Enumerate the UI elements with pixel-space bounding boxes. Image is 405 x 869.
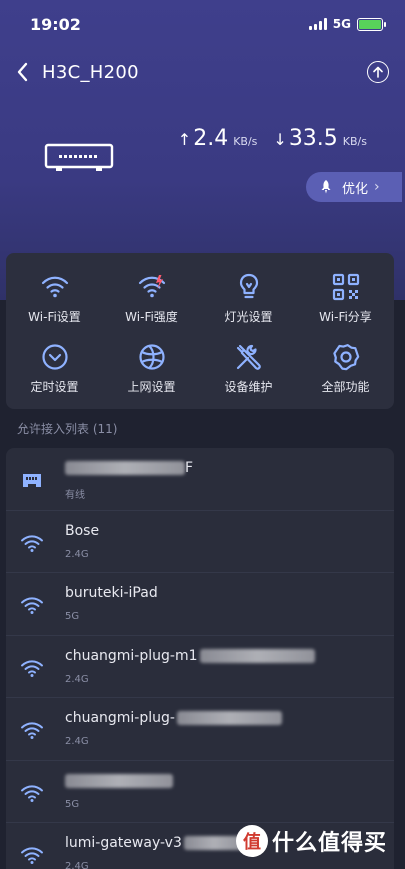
- redacted-name: [183, 836, 244, 850]
- func-light-settings[interactable]: 灯光设置: [200, 263, 297, 333]
- func-label: 全部功能: [321, 379, 370, 394]
- bulb-icon: [239, 273, 258, 298]
- download-value: 33.5: [288, 126, 338, 151]
- func-label: Wi-Fi强度: [125, 309, 178, 324]
- wifi-icon: [21, 597, 43, 614]
- tools-icon: [236, 344, 261, 370]
- page-title: H3C_H200: [42, 61, 139, 83]
- chevron-right-icon: ›: [374, 179, 380, 195]
- func-wifi-settings[interactable]: Wi-Fi设置: [6, 263, 103, 333]
- device-name: chuangmi-plug-: [65, 710, 282, 726]
- speed-readout: ↑ 2.4 KB/s ↓ 33.5 KB/s: [178, 126, 367, 151]
- func-timer-settings[interactable]: 定时设置: [6, 333, 103, 403]
- wifi-icon: [21, 659, 43, 677]
- wifi-icon: [21, 534, 43, 552]
- redacted-name: [65, 773, 173, 788]
- gear-icon: [332, 343, 359, 370]
- qr-code-icon: [332, 273, 359, 300]
- wifi-icon: [21, 784, 43, 802]
- function-grid: Wi-Fi设置 Wi-Fi强度 灯光设置 Wi-Fi分享 定时设置 上网设置 设…: [6, 253, 394, 409]
- device-row[interactable]: buruteki-iPad 5G: [6, 573, 394, 636]
- upload-unit: KB/s: [233, 135, 258, 148]
- device-connection: 2.4G: [65, 736, 89, 747]
- ethernet-icon: [23, 474, 41, 487]
- download-arrow-icon: ↓: [273, 130, 287, 149]
- watermark: 值 什么值得买: [236, 824, 387, 858]
- device-row[interactable]: chuangmi-plug-m1 2.4G: [6, 636, 394, 698]
- device-name: Bose: [65, 522, 100, 539]
- device-name: chuangmi-plug-m1: [65, 648, 315, 664]
- device-name: buruteki-iPad: [65, 585, 158, 601]
- rocket-icon: [321, 180, 331, 194]
- func-label: 灯光设置: [224, 309, 273, 324]
- wifi-strength-icon: [138, 274, 165, 297]
- upload-value: 2.4: [193, 126, 229, 151]
- func-label: 设备维护: [224, 379, 273, 394]
- battery-icon: [357, 17, 386, 31]
- device-name: [65, 773, 173, 789]
- device-connection: 2.4G: [65, 673, 89, 685]
- router-device-icon: [44, 143, 114, 171]
- upload-arrow-icon: ↑: [177, 130, 192, 149]
- optimize-button[interactable]: 优化 ›: [306, 172, 402, 202]
- download-unit: KB/s: [342, 135, 367, 148]
- download-speed: ↓ 33.5 KB/s: [273, 126, 367, 151]
- device-row[interactable]: 5G: [6, 761, 394, 823]
- func-wifi-share[interactable]: Wi-Fi分享: [297, 263, 394, 333]
- redacted-name: [65, 461, 185, 475]
- device-name: F: [65, 460, 193, 476]
- device-list: F 有线 Bose 2.4G buruteki-iPad 5G chuangmi…: [6, 448, 394, 869]
- allowed-list-title: 允许接入列表 (11): [17, 422, 118, 436]
- optimize-label: 优化: [342, 181, 369, 197]
- status-time: 19:02: [30, 14, 81, 34]
- network-type: 5G: [332, 17, 351, 31]
- nav-bar: H3C_H200: [0, 52, 405, 92]
- clock-icon: [41, 343, 68, 370]
- func-wifi-strength[interactable]: Wi-Fi强度: [103, 263, 200, 333]
- wifi-icon: [21, 722, 43, 739]
- device-connection: 5G: [65, 798, 80, 810]
- func-label: Wi-Fi设置: [28, 309, 81, 324]
- func-label: 定时设置: [30, 379, 79, 394]
- device-row[interactable]: chuangmi-plug- 2.4G: [6, 698, 394, 761]
- redacted-name: [199, 648, 315, 663]
- func-internet-settings[interactable]: 上网设置: [103, 333, 200, 403]
- wifi-icon: [41, 276, 68, 297]
- watermark-logo: 值: [236, 825, 268, 857]
- func-all-functions[interactable]: 全部功能: [297, 333, 394, 403]
- func-label: 上网设置: [127, 379, 176, 394]
- device-connection: 有线: [65, 490, 85, 501]
- globe-icon: [138, 343, 165, 370]
- device-connection: 2.4G: [65, 548, 89, 560]
- firmware-upload-icon[interactable]: [367, 61, 389, 83]
- redacted-name: [176, 711, 282, 725]
- device-row[interactable]: F 有线: [6, 448, 394, 511]
- device-row[interactable]: Bose 2.4G: [6, 511, 394, 573]
- upload-speed: ↑ 2.4 KB/s: [178, 126, 258, 151]
- signal-icon: [308, 18, 327, 30]
- status-indicators: 5G: [308, 17, 386, 31]
- device-connection: 5G: [65, 611, 80, 622]
- device-connection: 2.4G: [65, 861, 89, 869]
- status-bar: 19:02 5G: [0, 0, 405, 48]
- func-device-maintenance[interactable]: 设备维护: [200, 333, 297, 403]
- func-label: Wi-Fi分享: [319, 309, 372, 324]
- device-name: lumi-gateway-v3: [65, 835, 244, 851]
- wifi-icon: [21, 847, 43, 864]
- back-icon[interactable]: [16, 62, 36, 82]
- watermark-text: 什么值得买: [272, 831, 388, 856]
